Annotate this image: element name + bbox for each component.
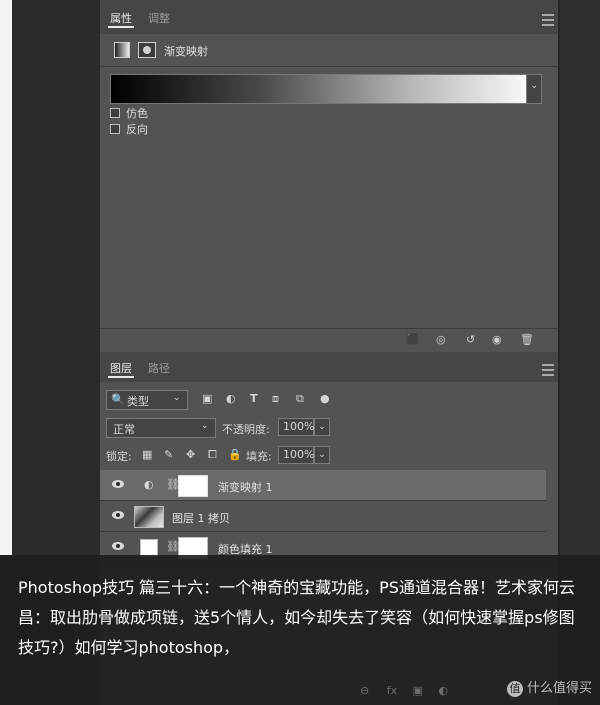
- layer-thumbnail[interactable]: [134, 506, 164, 528]
- properties-panel: 属性 调整 渐变映射 ⌄ 仿色 反向 ⬛ ◎ ↺ ◉ 🗑: [100, 0, 558, 350]
- visibility-icon[interactable]: [112, 479, 124, 489]
- layer-row[interactable]: 图层 1 拷贝: [100, 501, 546, 532]
- tab-layers[interactable]: 图层: [110, 360, 132, 376]
- adjustment-title: 渐变映射: [164, 45, 208, 58]
- clip-to-layer-icon[interactable]: ⬛: [406, 334, 420, 346]
- opacity-dropdown[interactable]: ⌄: [314, 418, 330, 436]
- gradient-preview[interactable]: [110, 74, 540, 104]
- visibility-icon[interactable]: [112, 510, 124, 520]
- reverse-checkbox[interactable]: [110, 124, 120, 134]
- image-filter-icon[interactable]: ▣: [202, 392, 212, 405]
- fx-icon[interactable]: fx: [387, 684, 397, 697]
- smart-object-filter-icon[interactable]: ⧉: [296, 392, 304, 406]
- visibility-icon[interactable]: ◉: [492, 334, 502, 346]
- delete-icon[interactable]: 🗑: [520, 334, 534, 346]
- filter-toggle-icon[interactable]: ●: [320, 392, 330, 405]
- lock-transparent-icon[interactable]: ▦: [142, 448, 152, 461]
- lock-all-icon[interactable]: 🔒: [228, 448, 242, 461]
- active-tab-underline: [108, 26, 134, 28]
- fill-field[interactable]: 100%: [278, 446, 314, 464]
- view-previous-icon[interactable]: ◎: [436, 334, 446, 346]
- adjustment-layer-icon: ◐: [144, 478, 154, 491]
- type-filter-icon[interactable]: T: [250, 392, 258, 405]
- new-adjustment-icon[interactable]: ◐: [439, 684, 449, 697]
- layer-row[interactable]: ◐ ⛓ 渐变映射 1: [100, 470, 546, 501]
- layer-filter-toolbar: 🔍 类型 ⌄ ▣ ◐ T ⧈ ⧉ ●: [100, 388, 558, 414]
- opacity-value: 100%: [283, 420, 315, 433]
- lock-position-icon[interactable]: ✥: [186, 448, 195, 461]
- gradient-map-icon: [114, 42, 130, 58]
- tab-paths[interactable]: 路径: [148, 360, 170, 376]
- blend-mode-select[interactable]: 正常 ⌄: [106, 418, 216, 438]
- mask-icon[interactable]: [138, 42, 156, 58]
- opacity-field[interactable]: 100%: [278, 418, 314, 436]
- reverse-label: 反向: [126, 123, 148, 136]
- dither-label: 仿色: [126, 107, 148, 120]
- reset-icon[interactable]: ↺: [466, 334, 475, 346]
- watermark: 值什么值得买: [506, 677, 592, 697]
- properties-footer: ⬛ ◎ ↺ ◉ 🗑: [100, 328, 558, 351]
- gradient-dropdown-button[interactable]: ⌄: [526, 74, 542, 104]
- layer-name: 图层 1 拷贝: [172, 512, 230, 525]
- blend-mode-label: 正常: [113, 423, 135, 436]
- filter-kind-select[interactable]: 🔍 类型 ⌄: [106, 390, 188, 410]
- fill-dropdown[interactable]: ⌄: [314, 446, 330, 464]
- chevron-down-icon: ⌄: [201, 421, 209, 431]
- lock-image-icon[interactable]: ✎: [164, 448, 173, 461]
- panel-menu-icon[interactable]: [542, 14, 554, 26]
- caption-text: Photoshop技巧 篇三十六：一个神奇的宝藏功能，PS通道混合器！艺术家何云…: [18, 578, 575, 657]
- chevron-down-icon: ⌄: [530, 80, 539, 91]
- lock-label: 锁定:: [106, 450, 132, 463]
- link-layers-icon[interactable]: ⊖: [360, 684, 369, 697]
- tab-properties[interactable]: 属性: [110, 10, 132, 26]
- fill-label: 填充:: [246, 450, 272, 463]
- panel-menu-icon[interactable]: [542, 364, 554, 376]
- opacity-label: 不透明度:: [222, 423, 270, 436]
- lock-artboard-icon[interactable]: ⧠: [208, 448, 217, 462]
- layers-footer-icons: ⊖ fx ▣ ◐: [360, 684, 448, 697]
- article-caption: Photoshop技巧 篇三十六：一个神奇的宝藏功能，PS通道混合器！艺术家何云…: [0, 555, 600, 705]
- adjustment-filter-icon[interactable]: ◐: [226, 392, 236, 405]
- shape-filter-icon[interactable]: ⧈: [272, 392, 279, 406]
- active-tab-underline: [108, 376, 134, 378]
- adjustment-header: 渐变映射: [100, 34, 558, 67]
- watermark-text: 什么值得买: [526, 681, 592, 696]
- dither-checkbox[interactable]: [110, 108, 120, 118]
- visibility-icon[interactable]: [112, 541, 124, 551]
- layer-mask-thumbnail[interactable]: [178, 475, 208, 497]
- add-mask-icon[interactable]: ▣: [413, 684, 423, 697]
- tab-adjustments[interactable]: 调整: [148, 10, 170, 26]
- fill-value: 100%: [283, 448, 315, 461]
- site-logo-icon: 值: [506, 681, 523, 697]
- properties-tabs: 属性 调整: [100, 0, 558, 34]
- layers-tabs: 图层 路径: [100, 352, 558, 382]
- layer-name: 渐变映射 1: [218, 481, 273, 494]
- chevron-down-icon: ⌄: [173, 393, 181, 403]
- search-icon: 🔍: [111, 393, 125, 406]
- filter-kind-label: 类型: [127, 395, 149, 408]
